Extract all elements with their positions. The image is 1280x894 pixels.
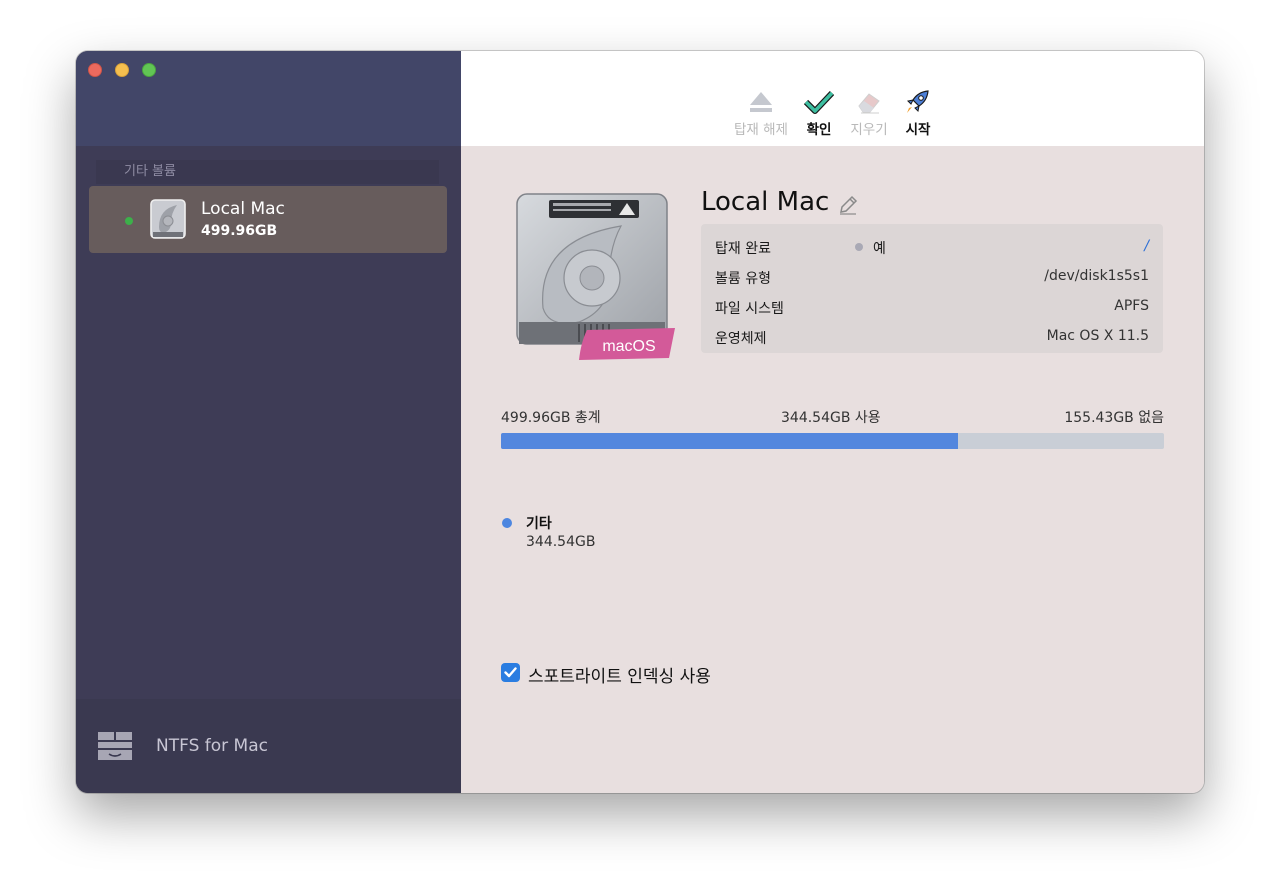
section-header-other-volumes: 기타 볼륨 [96, 160, 439, 184]
info-label: 탑재 완료 [715, 241, 771, 257]
eraser-icon [858, 93, 880, 114]
verify-label: 확인 [806, 122, 832, 138]
ntfs-app-icon [98, 732, 132, 760]
spotlight-label[interactable]: 스포트라이트 인덱싱 사용 [528, 662, 711, 687]
app-window: 기타 볼륨 Local Mac 499.96GB NTFS for Mac 탑재… [76, 51, 1204, 793]
sidebar-footer: NTFS for Mac [76, 699, 461, 793]
sidebar-titlebar [76, 51, 461, 146]
hard-drive-image: macOS [516, 193, 675, 360]
mounted-status-dot [125, 217, 133, 225]
info-row-file-system: 파일 시스템 APFS [701, 291, 1163, 321]
info-label: 파일 시스템 [715, 301, 784, 317]
mounted-value: 예 [873, 241, 886, 257]
sidebar-item-name: Local Mac [201, 199, 285, 219]
sidebar-item-local-mac[interactable]: Local Mac 499.96GB [89, 186, 447, 253]
info-row-mounted: 탑재 완료 예 / [701, 231, 1163, 261]
toolbar: 탑재 해제 확인 지우기 시작 [461, 51, 1204, 146]
sidebar: 기타 볼륨 Local Mac 499.96GB NTFS for Mac [76, 51, 461, 793]
volume-info-panel: 탑재 완료 예 / 볼륨 유형 /dev/disk1s5s1 파일 시스템 AP… [701, 224, 1163, 353]
checkmark-icon [504, 667, 517, 678]
sidebar-item-size: 499.96GB [201, 223, 278, 239]
edit-pencil-icon[interactable] [837, 194, 859, 216]
volume-title: Local Mac [701, 187, 830, 217]
app-name: NTFS for Mac [156, 736, 268, 756]
legend-value: 344.54GB [526, 534, 596, 550]
os-badge-label: macOS [602, 338, 655, 355]
used-capacity-label: 344.54GB 사용 [781, 410, 881, 426]
free-capacity-label: 155.43GB 없음 [1064, 410, 1164, 426]
total-capacity-label: 499.96GB 총계 [501, 410, 601, 426]
unmount-label: 탑재 해제 [734, 122, 788, 138]
checkmark-icon [804, 90, 834, 114]
info-value: APFS [1114, 298, 1149, 314]
usage-bar-fill [501, 433, 958, 449]
mounted-indicator-dot [855, 243, 863, 251]
legend-name: 기타 [526, 516, 552, 532]
spotlight-checkbox[interactable] [501, 663, 520, 682]
rocket-icon [906, 90, 929, 113]
info-row-os: 운영체제 Mac OS X 11.5 [701, 321, 1163, 351]
minimize-button[interactable] [115, 63, 129, 77]
close-button[interactable] [88, 63, 102, 77]
hard-disk-icon [150, 199, 186, 239]
maximize-button[interactable] [142, 63, 156, 77]
legend-color-dot [502, 518, 512, 528]
main-panel: macOS Local Mac 탑재 완료 예 / 볼륨 유형 /dev/dis… [461, 146, 1204, 793]
info-row-volume-type: 볼륨 유형 /dev/disk1s5s1 [701, 261, 1163, 291]
info-value: Mac OS X 11.5 [1046, 328, 1149, 344]
launch-label: 시작 [905, 122, 931, 138]
mount-point-link[interactable]: / [1144, 238, 1149, 254]
info-value: /dev/disk1s5s1 [1044, 268, 1149, 284]
launch-button[interactable]: 시작 [883, 89, 953, 138]
usage-bar [501, 433, 1164, 449]
eject-icon [750, 92, 772, 112]
info-label: 운영체제 [715, 331, 767, 347]
info-label: 볼륨 유형 [715, 271, 771, 287]
